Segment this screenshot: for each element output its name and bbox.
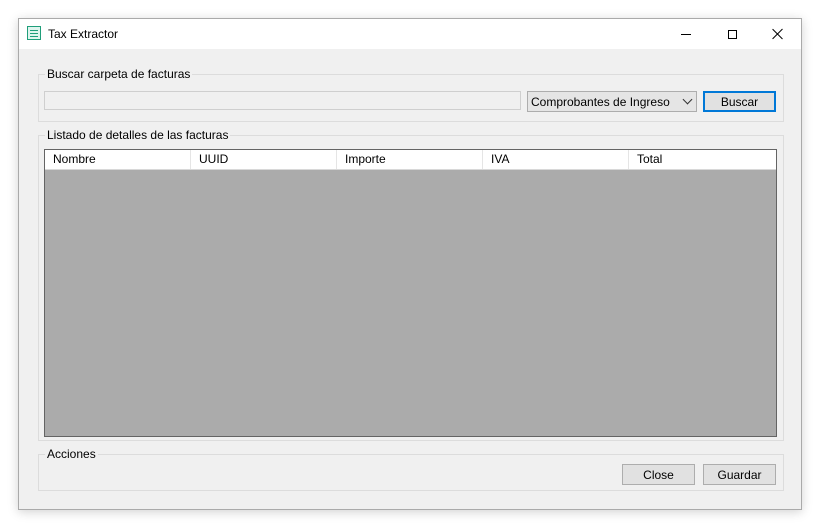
invoice-type-select[interactable]: Comprobantes de Ingreso [527,91,697,112]
actions-group: Acciones Close Guardar [38,447,784,491]
folder-path-input[interactable] [44,91,521,110]
invoice-details-grid[interactable]: Nombre UUID Importe IVA Total [44,149,777,437]
search-folder-legend: Buscar carpeta de facturas [45,67,193,81]
maximize-icon [727,29,737,39]
minimize-button[interactable] [663,19,709,49]
minimize-icon [681,33,691,35]
grid-header: Nombre UUID Importe IVA Total [45,150,776,170]
search-folder-group: Buscar carpeta de facturas Comprobantes … [38,67,784,122]
maximize-button[interactable] [709,19,755,49]
app-icon [27,26,41,40]
invoice-list-legend: Listado de detalles de las facturas [45,128,231,142]
chevron-down-icon [682,94,693,105]
column-header-importe[interactable]: Importe [337,150,483,169]
search-button[interactable]: Buscar [703,91,776,112]
close-window-button[interactable] [755,19,801,49]
save-button[interactable]: Guardar [703,464,776,485]
title-bar[interactable]: Tax Extractor [19,19,801,49]
column-header-nombre[interactable]: Nombre [45,150,191,169]
column-header-uuid[interactable]: UUID [191,150,337,169]
invoice-type-selected-value: Comprobantes de Ingreso [531,95,670,109]
column-header-total[interactable]: Total [629,150,776,169]
close-icon [772,28,784,40]
actions-legend: Acciones [45,447,98,461]
column-header-iva[interactable]: IVA [483,150,629,169]
main-window: Tax Extractor Buscar carpeta de facturas… [18,18,802,510]
window-title: Tax Extractor [48,27,119,41]
invoice-list-group: Listado de detalles de las facturas Nomb… [38,128,784,441]
close-button[interactable]: Close [622,464,695,485]
